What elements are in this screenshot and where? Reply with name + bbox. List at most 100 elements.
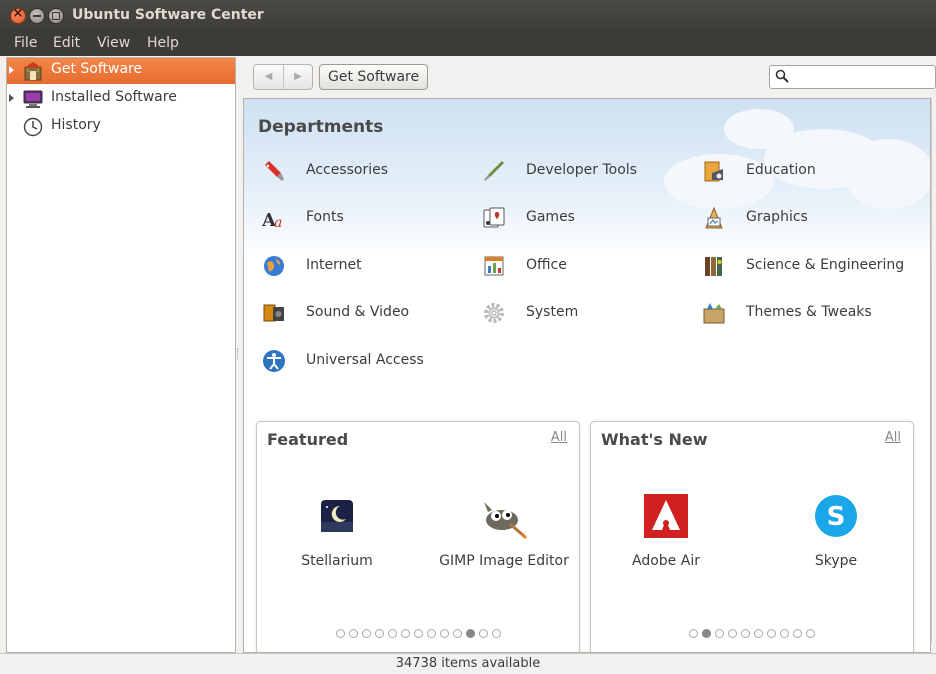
department-label: System xyxy=(526,304,579,320)
department-label: Graphics xyxy=(746,209,808,225)
pager-dot[interactable] xyxy=(387,629,397,638)
department-graphics[interactable]: Graphics xyxy=(702,206,882,232)
forward-arrow-icon: ▶ xyxy=(294,71,302,82)
pager-dot[interactable] xyxy=(793,629,802,638)
app-stellarium[interactable]: Stellarium xyxy=(272,492,402,571)
sidebar-item-history[interactable]: History xyxy=(7,114,235,140)
adobe-air-icon xyxy=(644,494,688,538)
sidebar-item-get-software[interactable]: Get Software xyxy=(7,58,235,84)
department-internet[interactable]: Internet xyxy=(262,254,442,280)
department-label: Education xyxy=(746,162,816,178)
department-games[interactable]: Games xyxy=(482,206,662,232)
department-education[interactable]: Education xyxy=(702,159,882,185)
status-bar: 34738 items available xyxy=(0,653,936,674)
maximize-window-button[interactable] xyxy=(48,8,64,24)
menu-file[interactable]: File xyxy=(14,35,37,51)
pager-dot[interactable] xyxy=(806,629,815,638)
navigation-buttons: ◀ ▶ xyxy=(253,64,313,90)
department-label: Office xyxy=(526,257,567,273)
pager-dot[interactable] xyxy=(491,629,501,638)
pager-dot[interactable] xyxy=(335,629,345,638)
pager-dot[interactable] xyxy=(689,629,698,638)
department-label: Sound & Video xyxy=(306,304,410,320)
department-themes-tweaks[interactable]: Themes & Tweaks xyxy=(702,301,882,327)
app-name: Skype xyxy=(814,553,858,569)
featured-pager xyxy=(257,628,579,641)
department-science-engineering[interactable]: Science & Engineering xyxy=(702,254,912,280)
fonts-icon: A a xyxy=(262,210,282,230)
department-label: Universal Access xyxy=(306,352,424,368)
pager-dot[interactable] xyxy=(400,629,410,638)
gimp-icon xyxy=(484,502,528,540)
pager-dot[interactable] xyxy=(361,629,371,638)
search-box[interactable] xyxy=(769,65,936,89)
store-icon xyxy=(24,62,42,81)
department-accessories[interactable]: Accessories xyxy=(262,159,442,185)
app-name: Stellarium xyxy=(301,553,373,569)
back-arrow-icon: ◀ xyxy=(264,71,273,82)
pager-dot[interactable] xyxy=(439,629,449,638)
pager-dot[interactable] xyxy=(478,629,488,638)
sidebar-item-label: Get Software xyxy=(51,61,143,77)
app-gimp[interactable]: GIMP Image Editor xyxy=(439,492,569,571)
developer-tools-icon xyxy=(484,161,504,181)
pager-dot[interactable] xyxy=(374,629,384,638)
menu-view[interactable]: View xyxy=(97,35,130,51)
title-bar: Ubuntu Software Center xyxy=(0,0,936,32)
department-developer-tools[interactable]: Developer Tools xyxy=(482,159,662,185)
pager-dot[interactable] xyxy=(741,629,750,638)
pager-dot[interactable] xyxy=(780,629,789,638)
pager-dot[interactable] xyxy=(715,629,724,638)
pager-dot-active[interactable] xyxy=(702,629,711,638)
menu-help[interactable]: Help xyxy=(147,35,179,51)
pager-dot[interactable] xyxy=(452,629,462,638)
expander-arrow-icon[interactable] xyxy=(9,94,14,102)
pane-splitter[interactable] xyxy=(237,348,240,360)
search-input[interactable] xyxy=(794,68,934,86)
forward-button[interactable]: ▶ xyxy=(284,65,312,89)
department-fonts[interactable]: A a Fonts xyxy=(262,206,442,232)
department-system[interactable]: System xyxy=(482,301,662,327)
department-label: Science & Engineering xyxy=(746,257,905,273)
department-label: Fonts xyxy=(306,209,344,225)
app-skype[interactable]: S Skype xyxy=(771,492,901,571)
menu-bar: File Edit View Help xyxy=(0,32,936,56)
sidebar-item-installed-software[interactable]: Installed Software xyxy=(7,86,235,112)
pager-dot[interactable] xyxy=(728,629,737,638)
whats-new-all-link[interactable]: All xyxy=(885,430,901,445)
pager-dot-active[interactable] xyxy=(465,629,475,638)
department-office[interactable]: Office xyxy=(482,254,662,280)
department-label: Games xyxy=(526,209,575,225)
computer-icon xyxy=(23,90,43,108)
graphics-icon xyxy=(705,206,723,229)
close-window-button[interactable] xyxy=(10,6,26,24)
magnifier-icon xyxy=(775,69,789,83)
department-universal-access[interactable]: Universal Access xyxy=(262,349,442,375)
back-button[interactable]: ◀ xyxy=(254,65,284,89)
expander-arrow-icon[interactable] xyxy=(9,66,14,74)
minimize-window-button[interactable] xyxy=(29,8,45,24)
pager-dot[interactable] xyxy=(426,629,436,638)
sound-video-icon xyxy=(263,304,284,322)
departments-heading: Departments xyxy=(258,117,384,137)
menu-edit[interactable]: Edit xyxy=(53,35,80,51)
department-label: Accessories xyxy=(306,162,389,178)
sidebar: Get Software Installed Software History xyxy=(6,57,236,653)
whats-new-pager xyxy=(591,628,913,641)
pager-dot[interactable] xyxy=(413,629,423,638)
pager-dot[interactable] xyxy=(767,629,776,638)
featured-all-link[interactable]: All xyxy=(551,430,567,445)
vertical-scrollbar[interactable] xyxy=(931,98,936,643)
system-icon xyxy=(484,303,504,323)
sidebar-item-label: History xyxy=(51,117,101,133)
pager-dot[interactable] xyxy=(348,629,358,638)
internet-icon xyxy=(264,256,284,276)
office-icon xyxy=(484,256,504,276)
breadcrumb-get-software[interactable]: Get Software xyxy=(319,64,429,90)
app-adobe-air[interactable]: Adobe Air xyxy=(601,492,731,571)
science-icon xyxy=(705,257,722,276)
pager-dot[interactable] xyxy=(754,629,763,638)
whats-new-title: What's New xyxy=(601,430,708,449)
toolbar: ◀ ▶ Get Software xyxy=(243,57,936,97)
department-sound-video[interactable]: Sound & Video xyxy=(262,301,442,327)
